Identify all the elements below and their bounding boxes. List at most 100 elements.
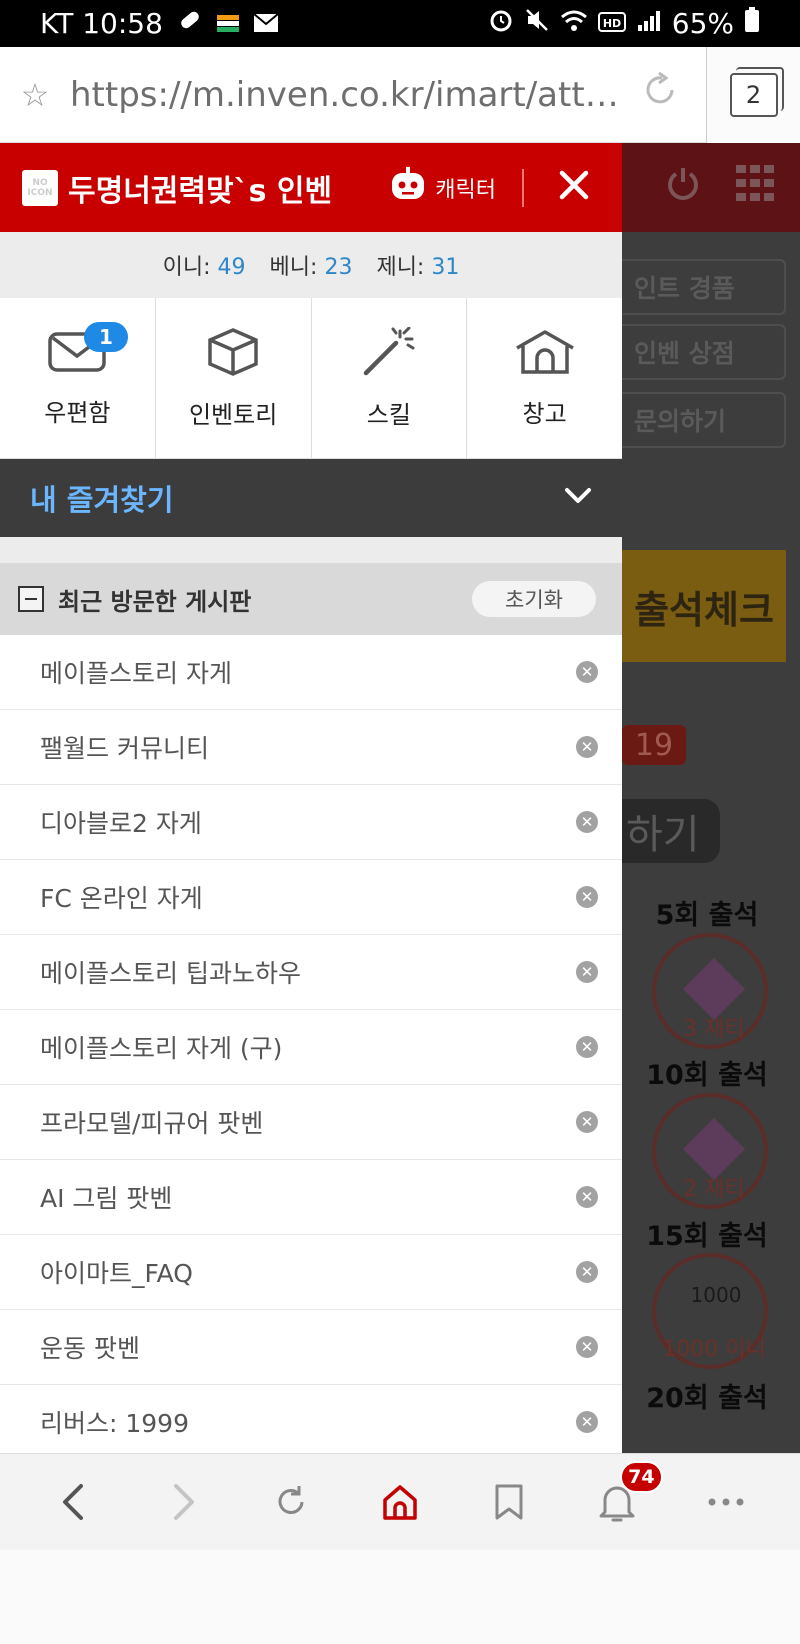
remove-icon[interactable]: ✕ (576, 886, 598, 908)
list-item[interactable]: 팰월드 커뮤니티 ✕ (0, 710, 622, 785)
more-button[interactable] (691, 1467, 761, 1537)
more-icon (708, 1498, 744, 1506)
notification-count: 74 (620, 1461, 663, 1493)
tabs-button[interactable]: 2 (706, 46, 800, 143)
list-item[interactable]: AI 그림 팟벤 ✕ (0, 1160, 622, 1235)
currency-ini: 이니: 49 (162, 255, 246, 280)
board-label: 아이마트_FAQ (40, 1259, 193, 1288)
bg-reward-title: 20회 출석 (646, 1383, 768, 1414)
list-item[interactable]: 프라모델/피규어 팟벤 ✕ (0, 1085, 622, 1160)
system-nav-area (0, 1550, 800, 1644)
close-button[interactable] (544, 165, 604, 211)
bg-header (622, 143, 800, 232)
bookmark-button[interactable] (474, 1467, 544, 1537)
bg-reward-title: 5회 출석 (655, 900, 759, 931)
email-icon (253, 7, 279, 40)
list-item[interactable]: 리버스: 1999 ✕ (0, 1385, 622, 1453)
menu-label: 우편함 (44, 398, 111, 427)
screen: KT 10:58 HD 65% ☆ https://m.inven.co.kr/… (0, 0, 800, 1644)
list-item[interactable]: 메이플스토리 자게 (구) ✕ (0, 1010, 622, 1085)
recent-boards-header: 최근 방문한 게시판 초기화 (0, 563, 622, 635)
menu-mailbox[interactable]: 1 우편함 (0, 298, 156, 458)
bg-button-prize: 인트 경품 (622, 259, 786, 315)
bg-coin-value: 1000 (690, 1283, 742, 1307)
remove-icon[interactable]: ✕ (576, 1111, 598, 1133)
grid-icon (736, 165, 776, 210)
character-button[interactable]: 캐릭터 (389, 166, 524, 207)
home-icon (383, 1485, 417, 1520)
board-label: AI 그림 팟벤 (40, 1184, 173, 1213)
bg-reward-title: 10회 출석 (646, 1060, 768, 1091)
menu-storage[interactable]: 창고 (467, 298, 622, 458)
list-item[interactable]: FC 온라인 자게 ✕ (0, 860, 622, 935)
power-icon (666, 165, 700, 210)
bg-reward-title: 15회 출석 (646, 1221, 768, 1252)
forward-icon (173, 1484, 194, 1520)
svg-text:HD: HD (603, 17, 621, 30)
reload-icon[interactable] (630, 70, 690, 120)
url-field[interactable]: https://m.inven.co.kr/imart/attenda... (70, 75, 630, 115)
carrier-time: KT 10:58 (40, 7, 163, 40)
side-drawer: NO ICON 두명너권력맞`s 인벤 캐릭터 이니: 49 베니: 23 제니… (0, 143, 622, 1453)
board-label: 팰월드 커뮤니티 (40, 734, 209, 763)
menu-skill[interactable]: 스킬 (312, 298, 468, 458)
reset-button[interactable]: 초기화 (472, 581, 596, 617)
remove-icon[interactable]: ✕ (576, 661, 598, 683)
bg-button-inquiry: 문의하기 (622, 392, 786, 448)
currency-jeni: 제니: 31 (376, 255, 460, 280)
board-label: 프라모델/피규어 팟벤 (40, 1109, 264, 1138)
remove-icon[interactable]: ✕ (576, 1336, 598, 1358)
close-icon (559, 170, 589, 199)
back-icon (63, 1484, 84, 1520)
spacer (0, 537, 622, 563)
bg-stamp-text: 2 재티 (683, 1177, 745, 1202)
profile-avatar[interactable]: NO ICON (22, 169, 58, 206)
magic-wand-icon (360, 326, 418, 381)
background-page: 인트 경품 인벤 상점 문의하기 출석체크 19 하기 5회 출석 3 재티 1… (622, 143, 800, 1453)
bg-action-pill: 하기 (622, 799, 720, 863)
star-icon[interactable]: ☆ (0, 76, 70, 114)
mute-icon (524, 7, 550, 40)
board-label: 운동 팟벤 (40, 1334, 140, 1363)
house-icon (513, 328, 577, 380)
remove-icon[interactable]: ✕ (576, 1261, 598, 1283)
remove-icon[interactable]: ✕ (576, 811, 598, 833)
menu-grid: 1 우편함 인벤토리 스킬 창고 (0, 298, 622, 459)
menu-inventory[interactable]: 인벤토리 (156, 298, 312, 458)
flag-icon (216, 7, 239, 40)
home-button[interactable] (365, 1467, 435, 1537)
board-label: 디아블로2 자게 (40, 809, 202, 838)
battery-percent: 65% (671, 7, 734, 40)
collapse-icon[interactable] (18, 586, 44, 612)
list-item[interactable]: 메이플스토리 자게 ✕ (0, 635, 622, 710)
bg-stamp-text: 1000 이니 (662, 1337, 766, 1362)
remove-icon[interactable]: ✕ (576, 1036, 598, 1058)
bg-button-shop: 인벤 상점 (622, 324, 786, 380)
user-name: 두명너권력맞`s 인벤 (68, 173, 333, 209)
bg-reward-stamp: 2 재티 (652, 1093, 768, 1209)
currency-beni: 베니: 23 (269, 255, 353, 280)
bg-stamp-text: 3 재티 (683, 1017, 745, 1042)
remove-icon[interactable]: ✕ (576, 736, 598, 758)
recent-title: 최근 방문한 게시판 (58, 587, 252, 616)
list-item[interactable]: 메이플스토리 팁과노하우 ✕ (0, 935, 622, 1010)
list-item[interactable]: 운동 팟벤 ✕ (0, 1310, 622, 1385)
list-item[interactable]: 디아블로2 자게 ✕ (0, 785, 622, 860)
notifications-button[interactable]: 74 (582, 1461, 663, 1537)
back-button[interactable] (39, 1467, 109, 1537)
remove-icon[interactable]: ✕ (576, 1411, 598, 1433)
pill-icon (177, 7, 203, 40)
battery-icon (744, 7, 760, 40)
wifi-icon (560, 7, 588, 40)
remove-icon[interactable]: ✕ (576, 1186, 598, 1208)
refresh-button[interactable] (256, 1467, 326, 1537)
bg-attendance-banner: 출석체크 (622, 550, 786, 662)
favorites-toggle[interactable]: 내 즐겨찾기 (0, 459, 622, 537)
refresh-icon (278, 1486, 304, 1514)
browser-bottom-nav: 74 (0, 1453, 800, 1550)
remove-icon[interactable]: ✕ (576, 961, 598, 983)
list-item[interactable]: 아이마트_FAQ ✕ (0, 1235, 622, 1310)
tab-count: 2 (729, 66, 784, 117)
forward-button[interactable] (148, 1467, 218, 1537)
hd-icon: HD (597, 7, 626, 40)
